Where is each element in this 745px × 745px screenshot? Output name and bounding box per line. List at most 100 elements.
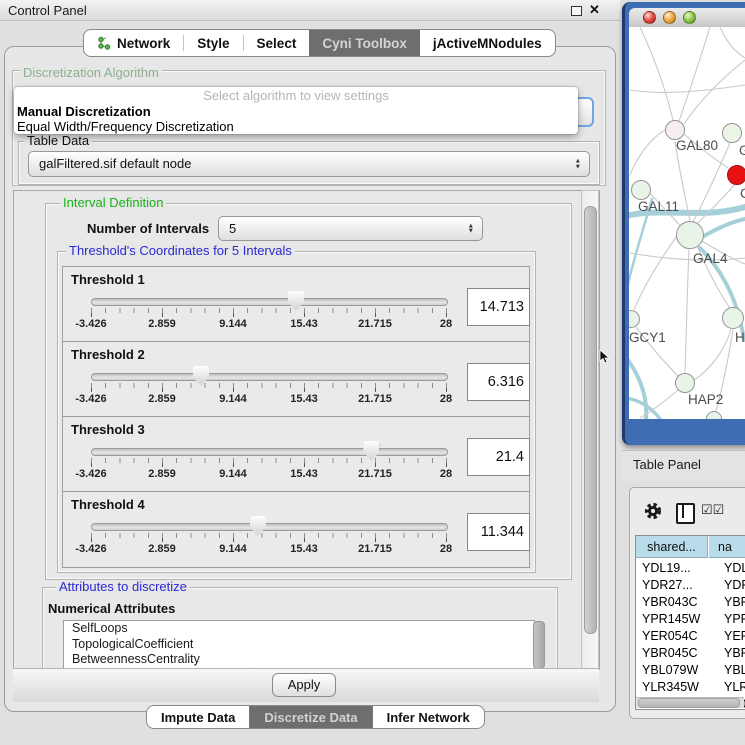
threshold-value-field[interactable]: 11.344 <box>467 513 530 551</box>
discretization-algorithm-title: Discretization Algorithm <box>20 66 162 80</box>
settings-scrollbar-thumb[interactable] <box>584 206 597 634</box>
algorithm-dropdown-popup: Select algorithm to view settings Manual… <box>14 87 578 134</box>
table-row[interactable]: YBL079W YBL0 <box>636 662 745 679</box>
threshold-slider-track[interactable] <box>91 298 448 306</box>
mac-close-icon[interactable] <box>643 11 656 24</box>
cell-shared-name: YPR145W <box>642 611 700 628</box>
cell-name: YBR0 <box>724 594 745 611</box>
tab-discretize-data[interactable]: Discretize Data <box>249 706 372 728</box>
threshold-label: Threshold 2 <box>71 347 145 362</box>
network-window-titlebar[interactable] <box>629 8 745 28</box>
combo-spinner-icon[interactable]: ▲▼ <box>468 223 474 234</box>
threshold-coordinates-title: Threshold's Coordinates for 5 Intervals <box>66 244 295 258</box>
tick-label: -3.426 <box>75 543 106 555</box>
table-row[interactable]: YBR043C YBR0 <box>636 594 745 611</box>
table-panel-title: Table Panel <box>633 457 701 472</box>
tab-jactive-label: jActiveMNodules <box>433 36 542 51</box>
tick-label: 21.715 <box>358 543 392 555</box>
table-hscrollbar-thumb[interactable] <box>638 698 740 708</box>
cell-shared-name: YLR345W <box>642 679 699 696</box>
threshold-slider-track[interactable] <box>91 373 448 381</box>
threshold-value-field[interactable]: 14.713 <box>467 288 530 326</box>
algorithm-option[interactable]: Equal Width/Frequency Discretization <box>14 119 578 134</box>
threshold-panel: Threshold 4 -3.4262.8599.14415.4321.7152… <box>62 491 530 568</box>
tick-label: -3.426 <box>75 318 106 330</box>
table-row[interactable]: YDL19... YDL1 <box>636 560 745 577</box>
table-header-shared[interactable]: shared... <box>636 536 708 558</box>
network-node[interactable] <box>665 120 685 140</box>
network-node[interactable] <box>675 373 695 393</box>
node-table[interactable]: shared... na YDL19... YDL1 YDR27... YDR2… <box>635 535 745 710</box>
control-panel-tab-bar: Network Style Select Cyni Toolbox jActiv… <box>83 29 556 57</box>
gear-icon[interactable] <box>643 501 663 521</box>
tab-infer-network[interactable]: Infer Network <box>373 706 484 728</box>
close-icon[interactable]: ✕ <box>589 2 600 18</box>
network-node-label: C <box>740 186 745 201</box>
attribute-list-item[interactable]: SelfLoops <box>64 621 534 637</box>
cell-name: YBR0 <box>724 645 745 662</box>
algorithm-option[interactable]: Manual Discretization <box>14 104 578 119</box>
network-canvas[interactable]: GAL80 G C GAL11 GAL4 GCY1 H <box>629 27 745 419</box>
network-node[interactable] <box>722 307 744 329</box>
float-window-icon[interactable] <box>571 6 582 16</box>
tab-network[interactable]: Network <box>84 30 183 56</box>
table-row[interactable]: YLR345W YLR3 <box>636 679 745 696</box>
tick-label: 28 <box>440 468 452 480</box>
network-node-label: GAL11 <box>638 199 679 214</box>
threshold-panel: Threshold 1 -3.4262.8599.14415.4321.7152… <box>62 266 530 343</box>
tick-label: 21.715 <box>358 318 392 330</box>
tab-style-label: Style <box>197 36 229 51</box>
algorithm-prompt-item[interactable]: Select algorithm to view settings <box>14 87 578 104</box>
number-of-intervals-label: Number of Intervals <box>87 221 209 236</box>
tick-label: 28 <box>440 543 452 555</box>
mac-minimize-icon[interactable] <box>663 11 676 24</box>
tick-label: 9.144 <box>219 318 247 330</box>
network-node[interactable] <box>722 123 742 143</box>
attributes-group-title: Attributes to discretize <box>56 580 190 594</box>
threshold-panel: Threshold 3 -3.4262.8599.14415.4321.7152… <box>62 416 530 493</box>
cell-shared-name: YER054C <box>642 628 698 645</box>
network-node-label: GAL4 <box>693 251 728 266</box>
cell-shared-name: YDR27... <box>642 577 693 594</box>
cell-name: YDR2 <box>724 577 745 594</box>
network-node[interactable] <box>631 180 651 200</box>
tick-label: 2.859 <box>148 543 176 555</box>
tab-jactivemnodules[interactable]: jActiveMNodules <box>420 30 555 56</box>
attributes-list-scrollbar[interactable] <box>533 621 545 669</box>
threshold-value-field[interactable]: 6.316 <box>467 363 530 401</box>
tick-label: 15.43 <box>290 393 318 405</box>
number-of-intervals-value: 5 <box>219 217 482 240</box>
network-node[interactable] <box>727 165 745 185</box>
threshold-slider-track[interactable] <box>91 448 448 456</box>
tab-cyni-toolbox[interactable]: Cyni Toolbox <box>309 30 420 56</box>
column-checkbox-icons[interactable]: ☑☑ <box>701 502 724 518</box>
table-row[interactable]: YBR045C YBR0 <box>636 645 745 662</box>
numerical-attributes-list[interactable]: SelfLoops TopologicalCoefficient Between… <box>63 620 535 670</box>
table-data-value: galFiltered.sif default node <box>29 152 589 175</box>
network-node[interactable] <box>676 221 704 249</box>
tab-impute-data[interactable]: Impute Data <box>147 706 249 728</box>
tick-label: 2.859 <box>148 393 176 405</box>
tick-label: 9.144 <box>219 543 247 555</box>
table-row[interactable]: YER054C YER0 <box>636 628 745 645</box>
attribute-list-item[interactable]: BetweennessCentrality <box>64 652 534 668</box>
table-row[interactable]: YPR145W YPR1 <box>636 611 745 628</box>
threshold-slider-track[interactable] <box>91 523 448 531</box>
slider-minor-ticks <box>91 533 448 538</box>
threshold-value-field[interactable]: 21.4 <box>467 438 530 476</box>
attribute-list-item[interactable]: TopologicalCoefficient <box>64 637 534 653</box>
number-of-intervals-combobox[interactable]: 5 ▲▼ <box>218 216 483 241</box>
table-data-combobox[interactable]: galFiltered.sif default node ▲▼ <box>28 151 590 177</box>
table-row[interactable]: YDR27... YDR2 <box>636 577 745 594</box>
table-header-name[interactable]: na <box>709 536 745 558</box>
tick-label: 28 <box>440 393 452 405</box>
combo-spinner-icon[interactable]: ▲▼ <box>575 159 581 170</box>
column-layout-icon[interactable] <box>676 503 695 524</box>
threshold-label: Threshold 1 <box>71 272 145 287</box>
tab-style[interactable]: Style <box>184 30 242 56</box>
mac-zoom-icon[interactable] <box>683 11 696 24</box>
cell-shared-name: YDL19... <box>642 560 691 577</box>
tab-cyni-label: Cyni Toolbox <box>322 36 407 51</box>
tab-select[interactable]: Select <box>244 30 310 56</box>
apply-button[interactable]: Apply <box>272 673 336 697</box>
